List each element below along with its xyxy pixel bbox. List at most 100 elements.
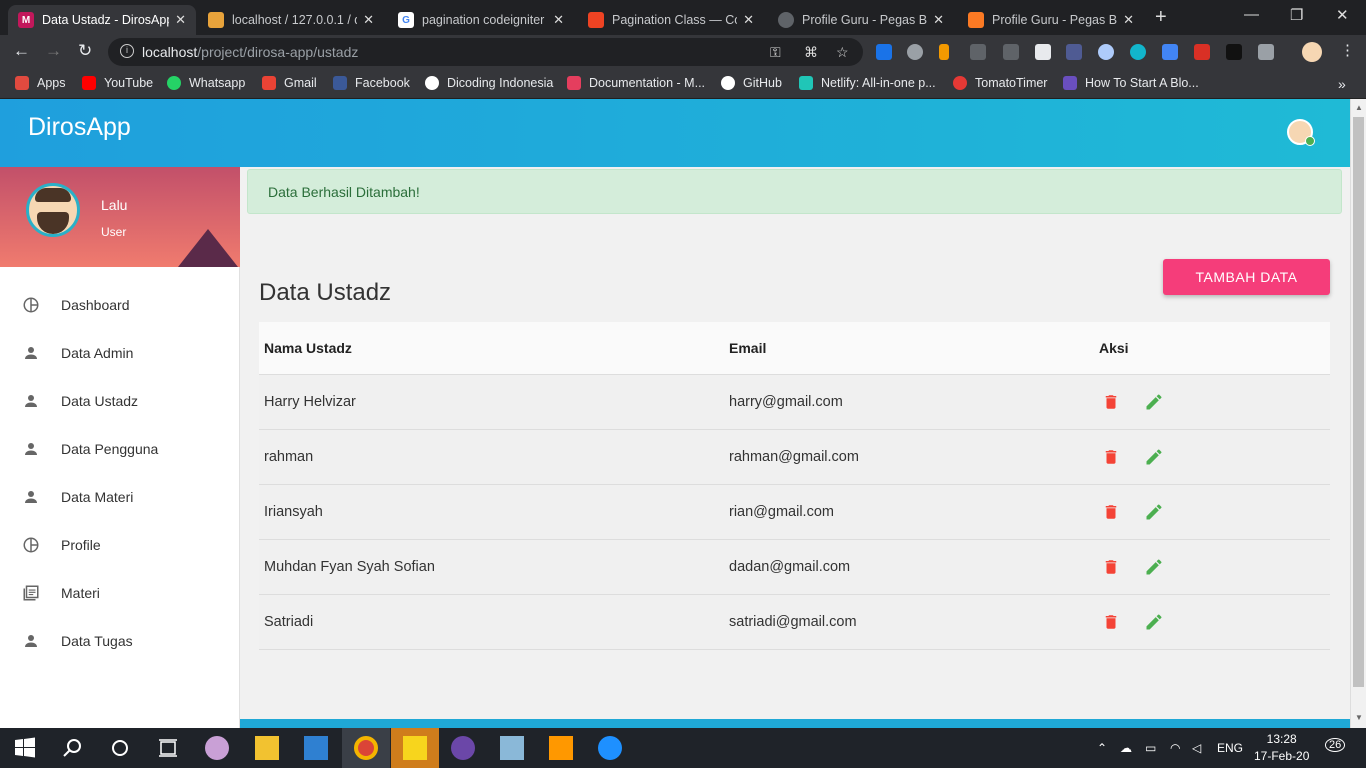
browser-tab[interactable]: localhost / 127.0.0.1 / d ✕ [198,5,384,35]
system-clock[interactable]: 13:28 17-Feb-20 [1254,731,1309,765]
browser-tab[interactable]: M Data Ustadz - DirosApp ✕ [8,5,196,35]
page-scrollbar[interactable]: ▲ ▼ [1350,99,1366,728]
extension-icon[interactable] [939,44,949,60]
sidebar-item-dashboard[interactable]: Dashboard [0,281,240,329]
delete-icon[interactable] [1102,503,1120,521]
delete-icon[interactable] [1102,613,1120,631]
bookmark-star-icon[interactable]: ☆ [836,44,849,61]
bookmark-item[interactable]: Documentation - M... [567,76,705,90]
cortana-icon[interactable] [108,736,132,760]
tray-expand-icon[interactable]: ⌃ [1097,741,1107,755]
person-icon [25,395,37,407]
bookmark-item[interactable]: Dicoding Indonesia [425,76,553,90]
firefox-icon[interactable] [598,736,622,760]
sidebar-item-data-admin[interactable]: Data Admin [0,329,240,377]
address-bar[interactable]: i localhost/project/dirosa-app/ustadz ⚿ … [108,38,863,66]
back-icon[interactable]: ← [13,41,30,61]
extension-icon[interactable] [1194,44,1210,60]
volume-icon[interactable]: ◁ [1192,741,1201,755]
new-tab-button[interactable]: + [1155,6,1167,29]
add-data-button[interactable]: TAMBAH DATA [1163,259,1330,295]
sidebar-item-data-materi[interactable]: Data Materi [0,473,240,521]
site-info-icon[interactable]: i [120,44,134,58]
extension-icon[interactable] [1003,44,1019,60]
sidebar-item-data-pengguna[interactable]: Data Pengguna [0,425,240,473]
key-icon[interactable]: ⚿ [770,44,781,61]
scroll-up-icon[interactable]: ▲ [1355,103,1363,112]
edit-icon[interactable] [1144,502,1164,522]
extension-icon[interactable] [1226,44,1242,60]
browser-tab[interactable]: Profile Guru - Pegas Bel ✕ [958,5,1144,35]
vscode-icon[interactable] [304,736,328,760]
delete-icon[interactable] [1102,393,1120,411]
translate-icon[interactable]: ⌘ [804,44,818,61]
gear-extension-icon[interactable] [907,44,923,60]
delete-icon[interactable] [1102,448,1120,466]
sticky-notes-icon[interactable] [403,736,427,760]
close-tab-icon[interactable]: ✕ [933,12,944,28]
sidebar-item-data-ustadz[interactable]: Data Ustadz [0,377,240,425]
minimize-icon[interactable]: — [1244,6,1259,23]
translate-extension-icon[interactable] [1162,44,1178,60]
edit-icon[interactable] [1144,557,1164,577]
notepad-icon[interactable] [500,736,524,760]
scroll-down-icon[interactable]: ▼ [1355,713,1363,722]
wifi-icon[interactable]: ◠ [1170,741,1180,755]
browser-tab[interactable]: Pagination Class — Coc ✕ [578,5,764,35]
file-explorer-icon[interactable] [255,736,279,760]
column-header-email: Email [724,322,1094,375]
edit-icon[interactable] [1144,447,1164,467]
extension-icon[interactable] [876,44,892,60]
paint-app-icon[interactable] [205,736,229,760]
bookmark-item[interactable]: Apps [15,76,66,90]
browser-tab[interactable]: G pagination codeigniter ✕ [388,5,574,35]
close-tab-icon[interactable]: ✕ [175,12,186,28]
user-avatar-button[interactable] [1287,119,1315,146]
bookmark-item[interactable]: GitHub [721,76,782,90]
sublime-text-icon[interactable] [549,736,573,760]
browser-tab[interactable]: Profile Guru - Pegas Bel ✕ [768,5,954,35]
reload-icon[interactable]: ↻ [78,41,92,61]
sidebar-item-materi[interactable]: Materi [0,569,240,617]
drive-extension-icon[interactable] [1258,44,1274,60]
restore-icon[interactable]: ❐ [1290,6,1303,24]
bookmark-item[interactable]: Netlify: All-in-one p... [799,76,936,90]
extension-icon[interactable] [970,44,986,60]
php-extension-icon[interactable] [1066,44,1082,60]
forward-icon[interactable]: → [45,41,62,61]
extension-icon[interactable] [1130,44,1146,60]
scrollbar-thumb[interactable] [1353,117,1364,687]
url-text[interactable]: localhost/project/dirosa-app/ustadz [142,44,358,60]
bookmark-item[interactable]: YouTube [82,76,153,90]
windows-start-icon[interactable] [13,736,37,760]
edit-icon[interactable] [1144,392,1164,412]
brand-logo[interactable]: DirosApp [28,113,131,142]
language-indicator[interactable]: ENG [1217,741,1243,755]
github-desktop-icon[interactable] [451,736,475,760]
close-tab-icon[interactable]: ✕ [553,12,564,28]
task-view-icon[interactable] [156,736,180,760]
more-bookmarks-icon[interactable]: » [1338,76,1346,92]
bookmark-item[interactable]: Gmail [262,76,317,90]
edit-icon[interactable] [1144,612,1164,632]
bookmark-item[interactable]: TomatoTimer [953,76,1047,90]
close-window-icon[interactable]: ✕ [1336,6,1349,24]
bookmark-item[interactable]: Whatsapp [167,76,245,90]
sidebar-item-data-tugas[interactable]: Data Tugas [0,617,240,665]
delete-icon[interactable] [1102,558,1120,576]
chrome-icon[interactable] [354,736,378,760]
notification-center-badge[interactable]: 26 [1325,738,1346,752]
bookmark-item[interactable]: How To Start A Blo... [1063,76,1199,90]
battery-icon[interactable]: ▭ [1145,741,1156,755]
onedrive-icon[interactable]: ☁ [1120,741,1132,755]
extension-icon[interactable] [1098,44,1114,60]
close-tab-icon[interactable]: ✕ [363,12,374,28]
search-icon[interactable] [61,736,85,760]
close-tab-icon[interactable]: ✕ [743,12,754,28]
extension-icon[interactable] [1035,44,1051,60]
profile-avatar-icon[interactable] [1302,42,1322,62]
bookmark-item[interactable]: Facebook [333,76,410,90]
close-tab-icon[interactable]: ✕ [1123,12,1134,28]
more-menu-icon[interactable]: ⋮ [1340,41,1355,59]
sidebar-item-profile[interactable]: Profile [0,521,240,569]
